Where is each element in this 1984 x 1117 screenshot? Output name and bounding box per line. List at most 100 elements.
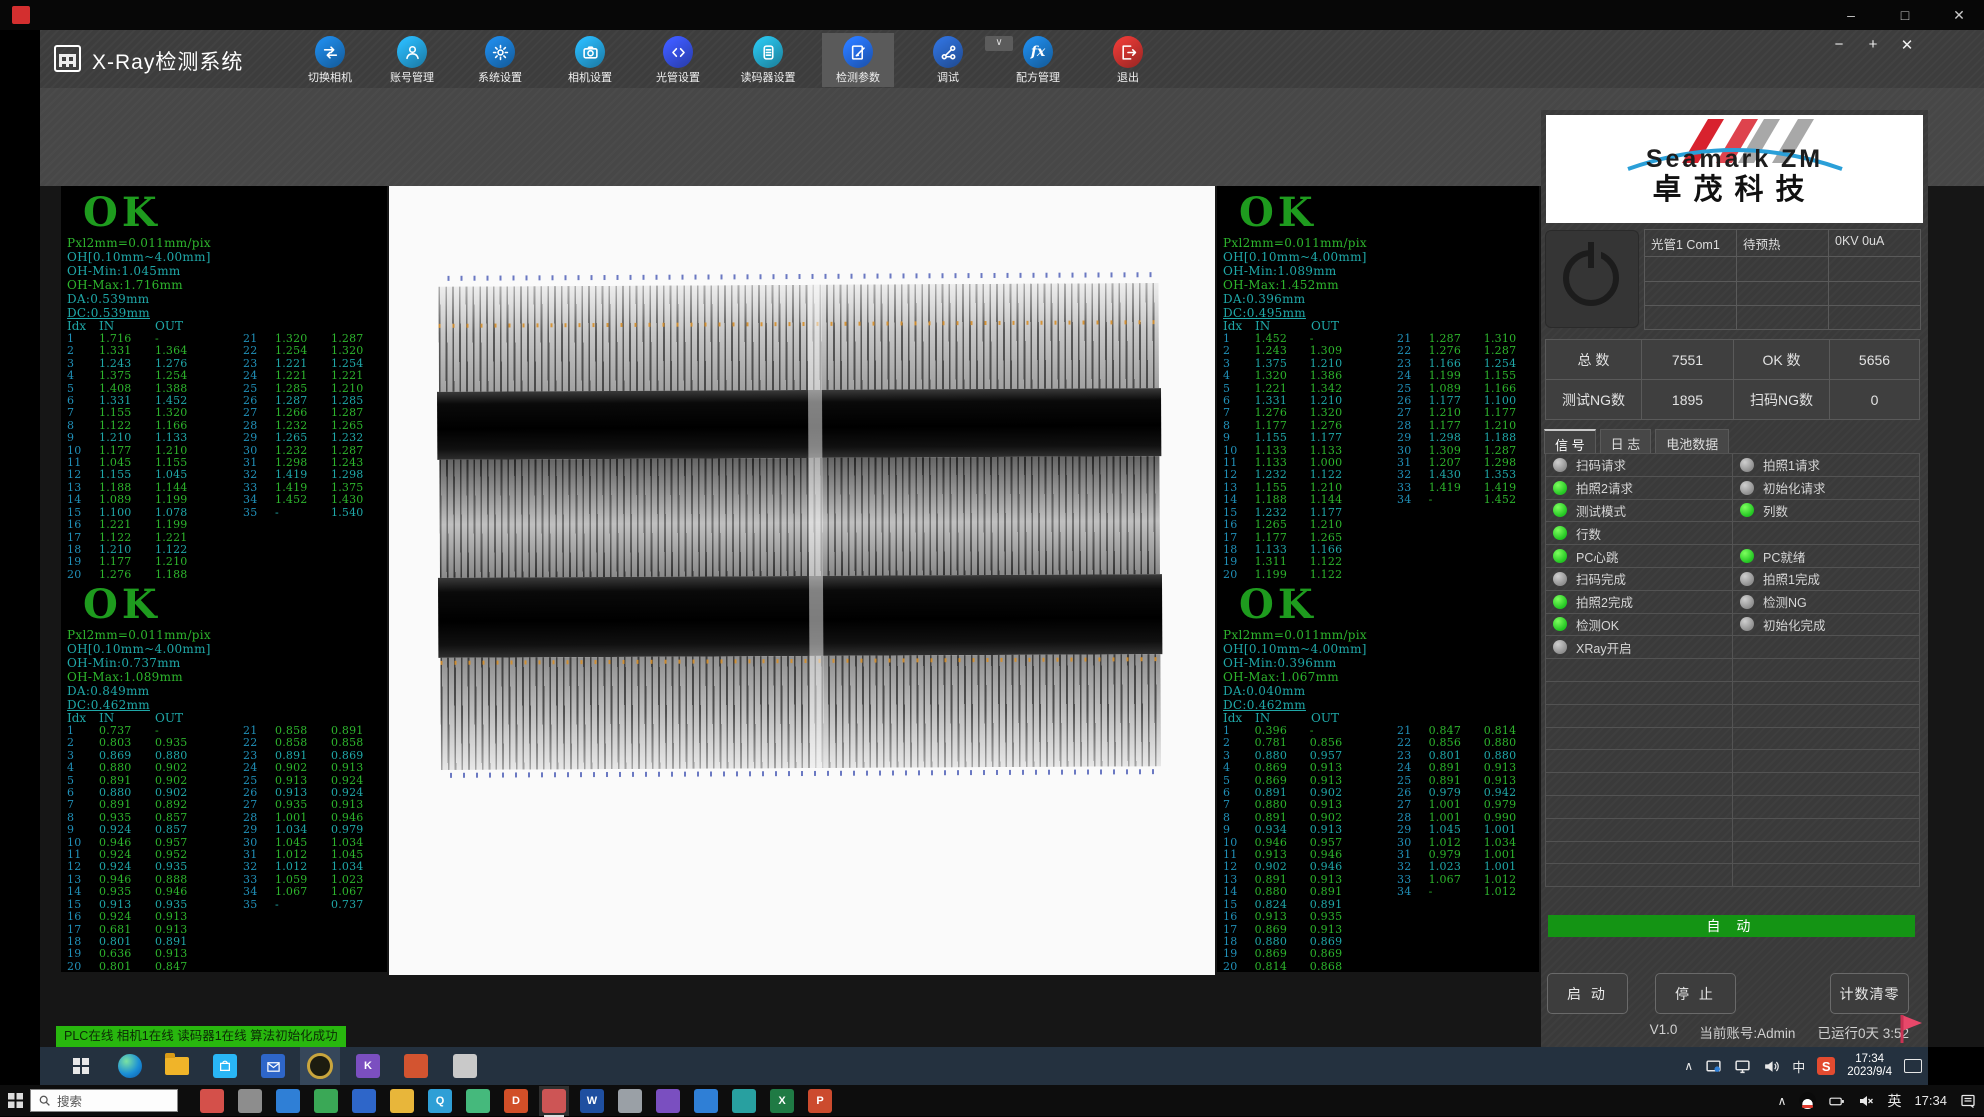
tube-status-cell: 0KV 0uA — [1828, 229, 1921, 257]
toolbar-item-光管设置[interactable]: 光管设置 — [642, 33, 714, 87]
qq-icon[interactable] — [1799, 1092, 1816, 1109]
signal-PC就绪: PC就绪 — [1732, 544, 1920, 568]
table-row: 41.3751.254241.2211.221 — [67, 370, 387, 382]
table-row: 20.8030.935220.8580.858 — [67, 737, 387, 749]
inner-clock[interactable]: 17:34 2023/9/4 — [1847, 1053, 1892, 1079]
start-button[interactable]: 启 动 — [1547, 973, 1628, 1014]
tube-status-cell — [1828, 281, 1921, 306]
host-taskbar-app-icon[interactable] — [618, 1089, 642, 1113]
inner-taskbar-edge-icon[interactable] — [116, 1052, 144, 1080]
toolbar-item-系统设置[interactable]: 系统设置 — [464, 33, 536, 87]
host-close-button[interactable]: ✕ — [1944, 7, 1974, 24]
sogou-flag-icon[interactable] — [1898, 1013, 1926, 1045]
host-ime-indicator[interactable]: 英 — [1887, 1091, 1901, 1111]
toolbar-item-检测参数[interactable]: 检测参数 — [822, 33, 894, 87]
measure-header-line: DC:0.539mm — [67, 306, 387, 320]
host-maximize-button[interactable]: □ — [1890, 7, 1920, 23]
host-taskbar-app-icon[interactable]: D — [504, 1089, 528, 1113]
signal-row — [1546, 819, 1922, 842]
stop-button[interactable]: 停 止 — [1655, 973, 1736, 1014]
host-search-input[interactable]: 搜索 — [30, 1089, 178, 1112]
host-taskbar-app-icon[interactable]: W — [580, 1089, 604, 1113]
table-row: 121.2321.122321.4301.353 — [1223, 469, 1539, 481]
scanner-icon — [753, 36, 783, 68]
toolbar-item-调试[interactable]: 调试 — [912, 33, 984, 87]
app-tile — [694, 1089, 718, 1113]
app-minimize-button[interactable]: − — [1830, 36, 1848, 54]
tab-log[interactable]: 日 志 — [1600, 429, 1652, 454]
camera-icon — [575, 36, 605, 68]
signal-row — [1546, 842, 1922, 865]
toolbar-expand-button[interactable]: ∨ — [985, 36, 1013, 51]
inner-taskbar-app-orange-icon[interactable] — [402, 1052, 430, 1080]
tube-status-cell — [1644, 256, 1737, 282]
inner-taskbar-store-icon[interactable] — [211, 1052, 239, 1080]
host-taskbar-app-icon[interactable] — [466, 1089, 490, 1113]
host-taskbar-app-icon[interactable] — [732, 1089, 756, 1113]
inner-taskbar-inspection-app-icon[interactable] — [306, 1052, 334, 1080]
host-time[interactable]: 17:34 — [1914, 1093, 1947, 1108]
ok-count-value: 5656 — [1829, 339, 1920, 380]
scan-ng-count-label: 扫码NG数 — [1733, 379, 1830, 420]
network-monitor-icon[interactable] — [1734, 1058, 1751, 1075]
toolbar-item-读码器设置[interactable]: 读码器设置 — [732, 33, 804, 87]
inner-taskbar-file-explorer-icon[interactable] — [163, 1052, 191, 1080]
host-taskbar-app-icon[interactable]: X — [770, 1089, 794, 1113]
auto-mode-banner: 自 动 — [1548, 915, 1915, 937]
host-taskbar-app-icon[interactable] — [314, 1089, 338, 1113]
signal-label: 检测OK — [1576, 615, 1619, 634]
cast-icon[interactable] — [1705, 1058, 1722, 1075]
measure-header-line: OH[0.10mm~4.00mm] — [67, 642, 387, 656]
host-taskbar-app-icon[interactable] — [390, 1089, 414, 1113]
host-taskbar-app-icon[interactable] — [656, 1089, 680, 1113]
signal-dot — [1740, 503, 1754, 517]
host-taskbar-app-icon[interactable] — [200, 1089, 224, 1113]
tray-chevron-up-icon[interactable]: ∧ — [1684, 1059, 1693, 1073]
inner-taskbar-kingsoft-icon[interactable]: K — [354, 1052, 382, 1080]
host-notification-icon[interactable] — [1960, 1093, 1976, 1109]
host-start-button[interactable] — [8, 1093, 23, 1108]
xray-dark-band-2 — [438, 574, 1162, 658]
measure-header-line: DA:0.539mm — [67, 292, 387, 306]
table-row: 120.9240.935321.0121.034 — [67, 861, 387, 873]
host-taskbar-app-icon[interactable] — [276, 1089, 300, 1113]
signal-empty-cell — [1732, 681, 1920, 705]
app-close-button[interactable]: ✕ — [1898, 36, 1916, 54]
host-taskbar-app-icon[interactable] — [352, 1089, 376, 1113]
host-taskbar-app-icon[interactable] — [542, 1089, 566, 1113]
signal-empty-cell — [1545, 818, 1733, 842]
volume-icon[interactable] — [1763, 1058, 1780, 1075]
xray-app-window: X-Ray检测系统 切换相机账号管理系统设置相机设置光管设置读码器设置检测参数调… — [40, 30, 1984, 1047]
tab-signal[interactable]: 信 号 — [1544, 429, 1596, 454]
inner-taskbar-start-icon[interactable] — [67, 1052, 95, 1080]
measure-header-line: OH-Max:1.716mm — [67, 278, 387, 292]
sogou-input-icon[interactable]: S — [1817, 1057, 1835, 1075]
host-tray-chevron-up-icon[interactable]: ∧ — [1778, 1094, 1787, 1108]
inner-taskbar-photos-icon[interactable] — [451, 1052, 479, 1080]
counter-reset-button[interactable]: 计数清零 — [1830, 973, 1909, 1014]
toolbar-item-相机设置[interactable]: 相机设置 — [554, 33, 626, 87]
signal-扫码请求: 扫码请求 — [1545, 453, 1733, 477]
host-taskbar-app-icon[interactable]: Q — [428, 1089, 452, 1113]
tube-status-cell — [1644, 305, 1737, 330]
inspection-result: OK — [67, 580, 387, 628]
tab-battery-data[interactable]: 电池数据 — [1655, 429, 1729, 454]
toolbar-item-退出[interactable]: 退出 — [1092, 33, 1164, 87]
toolbar-item-label: 读码器设置 — [732, 69, 804, 85]
ime-indicator[interactable]: 中 — [1792, 1057, 1805, 1076]
battery-icon[interactable] — [1829, 1093, 1845, 1109]
xray-power-button[interactable] — [1545, 230, 1639, 328]
host-taskbar-app-icon[interactable] — [694, 1089, 718, 1113]
runtime-label: 已运行0天 3:52 — [1817, 1022, 1909, 1042]
action-center-icon[interactable] — [1904, 1059, 1922, 1073]
toolbar-item-账号管理[interactable]: 账号管理 — [376, 33, 448, 87]
host-taskbar-app-icon[interactable]: P — [808, 1089, 832, 1113]
muted-volume-icon[interactable] — [1858, 1093, 1874, 1109]
host-minimize-button[interactable]: – — [1836, 7, 1866, 23]
toolbar-item-切换相机[interactable]: 切换相机 — [294, 33, 366, 87]
measure-header-line: OH-Min:1.089mm — [1223, 264, 1539, 278]
host-taskbar-app-icon[interactable] — [238, 1089, 262, 1113]
inner-taskbar-mail-icon[interactable] — [259, 1052, 287, 1080]
inner-taskbar: K ∧ 中 S 17:34 2023/9/4 — [40, 1047, 1928, 1085]
app-maximize-button[interactable]: + — [1864, 36, 1882, 54]
